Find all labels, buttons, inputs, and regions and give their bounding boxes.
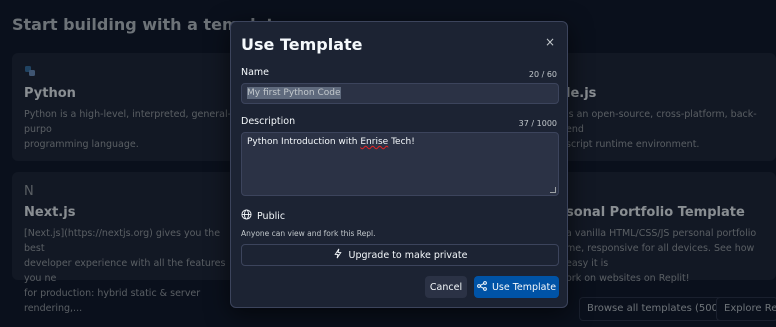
description-input[interactable]: Python Introduction with Enrise Tech! <box>241 132 559 196</box>
resize-handle[interactable] <box>550 187 556 193</box>
upgrade-label: Upgrade to make private <box>348 249 468 261</box>
name-counter: 20 / 60 <box>528 70 557 79</box>
visibility-row: Public <box>241 209 285 223</box>
bolt-icon <box>333 248 343 262</box>
use-template-modal: Use Template × Name 20 / 60 My first Pyt… <box>230 21 568 308</box>
upgrade-private-button[interactable]: Upgrade to make private <box>241 244 559 266</box>
description-counter: 37 / 1000 <box>518 119 557 128</box>
description-text-post: Tech! <box>388 137 415 147</box>
close-icon[interactable]: × <box>545 35 555 49</box>
name-input[interactable]: My first Python Code <box>241 83 559 104</box>
globe-icon <box>241 209 252 223</box>
fork-icon <box>477 280 487 294</box>
name-label: Name <box>241 67 270 78</box>
use-template-label: Use Template <box>491 281 557 293</box>
description-text-pre: Python Introduction with <box>247 137 361 147</box>
visibility-desc: Anyone can view and fork this Repl. <box>241 229 376 238</box>
name-input-value: My first Python Code <box>247 87 341 99</box>
visibility-label: Public <box>257 210 286 222</box>
description-label: Description <box>241 116 296 127</box>
description-text-misspelled: Enrise <box>360 137 389 147</box>
modal-title: Use Template <box>241 35 363 54</box>
use-template-button[interactable]: Use Template <box>474 276 559 298</box>
cancel-button[interactable]: Cancel <box>425 276 467 298</box>
